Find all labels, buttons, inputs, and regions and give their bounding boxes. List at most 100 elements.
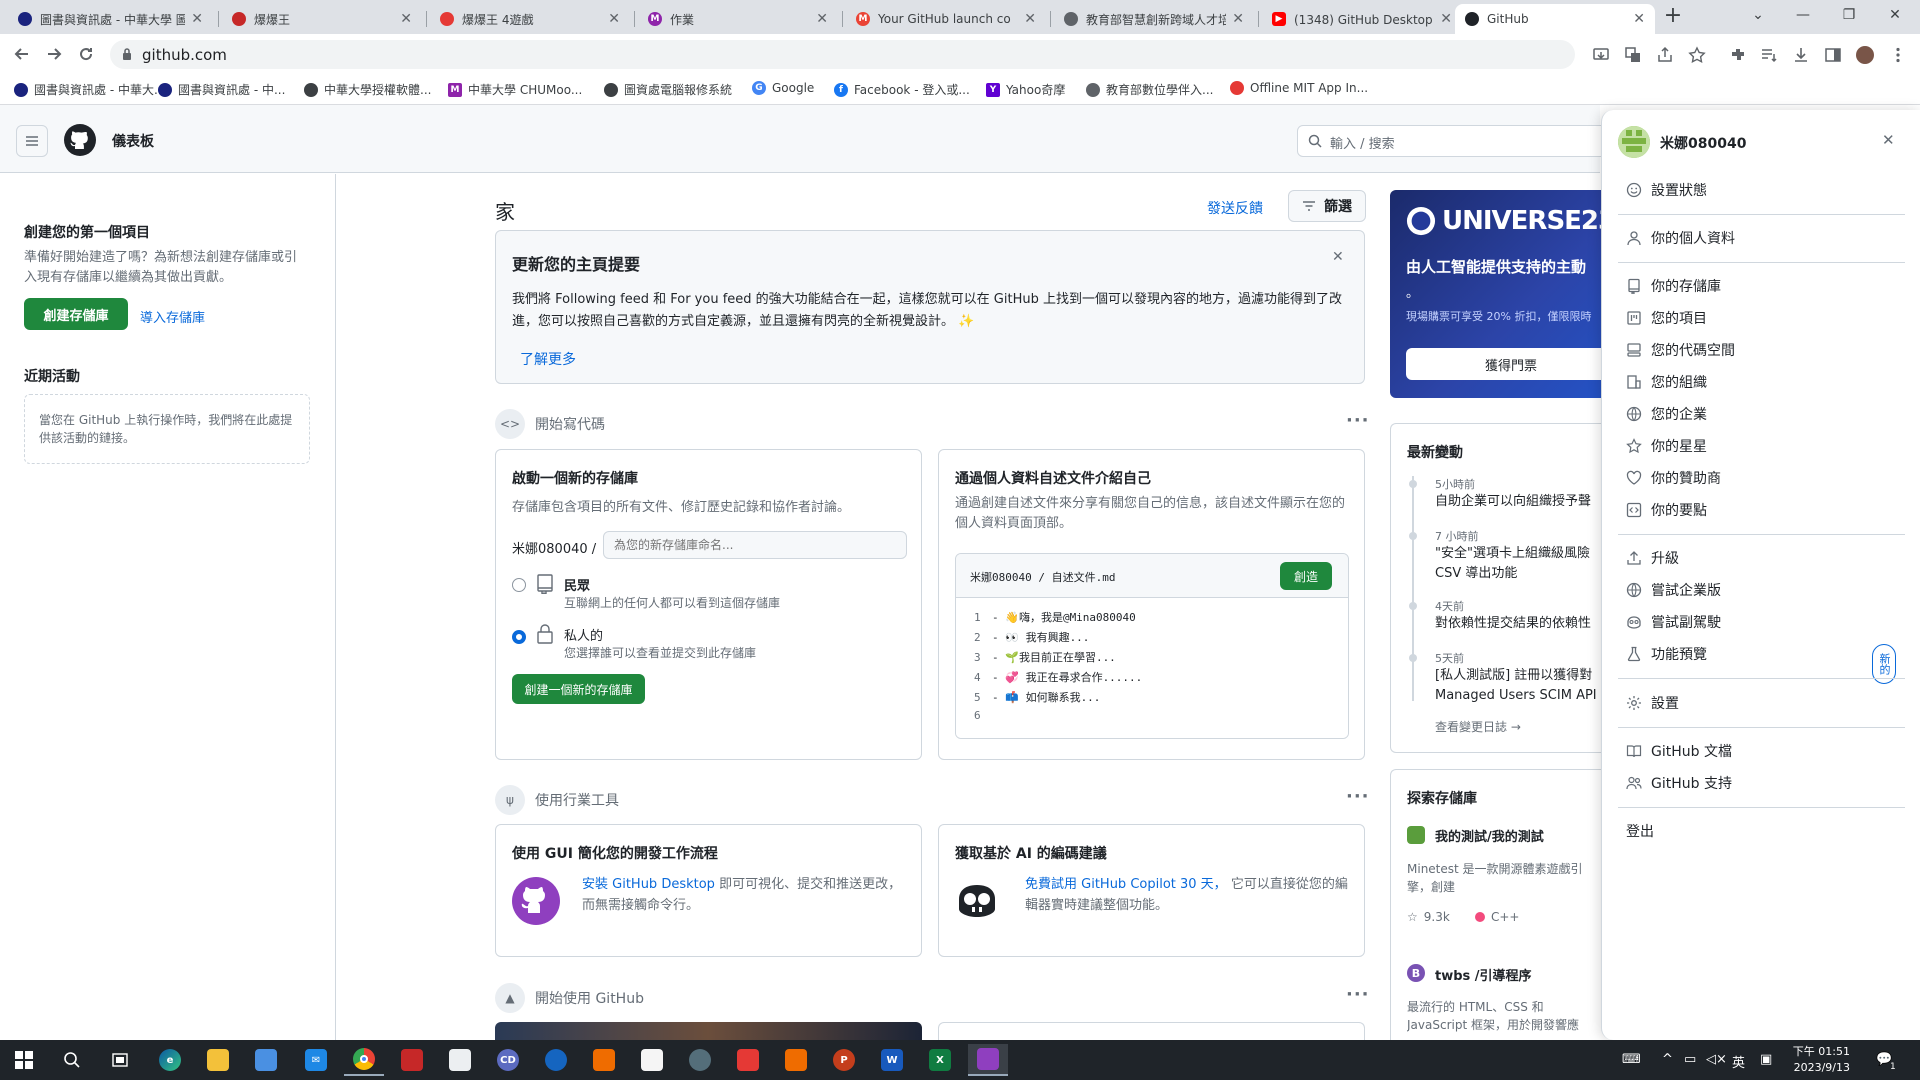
- repo-name-input[interactable]: [603, 531, 907, 559]
- close-icon[interactable]: ✕: [1882, 131, 1895, 149]
- view-changelog-link[interactable]: 查看變更日誌 →: [1435, 718, 1521, 735]
- app-icon[interactable]: [728, 1044, 768, 1076]
- more-options-icon[interactable]: ···: [1346, 410, 1370, 431]
- hamburger-menu-icon[interactable]: [16, 125, 48, 157]
- powerpoint-icon[interactable]: P: [824, 1044, 864, 1076]
- task-view-icon[interactable]: [100, 1044, 140, 1076]
- side-panel-icon[interactable]: [1824, 46, 1842, 64]
- more-options-icon[interactable]: ···: [1346, 984, 1370, 1005]
- file-explorer-icon[interactable]: [198, 1044, 238, 1076]
- app-icon[interactable]: [440, 1044, 480, 1076]
- menu-upgrade[interactable]: 升級: [1626, 548, 1679, 568]
- change-link[interactable]: [私人測試版] 註冊以獲得對 Managed Users SCIM API 的: [1435, 666, 1601, 706]
- browser-tab[interactable]: M Your GitHub launch co ✕: [846, 4, 1046, 34]
- reload-icon[interactable]: [72, 40, 100, 68]
- download-icon[interactable]: [1792, 46, 1810, 64]
- share-icon[interactable]: [1656, 46, 1674, 64]
- menu-projects[interactable]: 您的項目: [1626, 308, 1707, 328]
- windows-start-icon[interactable]: [4, 1044, 44, 1076]
- repo-stars[interactable]: ☆ 9.3k: [1407, 910, 1450, 924]
- reading-list-icon[interactable]: [1760, 46, 1778, 64]
- network-icon[interactable]: ▭: [1684, 1052, 1696, 1067]
- repo-name-link[interactable]: twbs /引導程序: [1435, 965, 1532, 984]
- tab-search-chevron-icon[interactable]: ⌄: [1735, 0, 1781, 30]
- change-link[interactable]: "安全"選項卡上組織級風險 CSV 導出功能: [1435, 544, 1601, 584]
- app-icon[interactable]: [392, 1044, 432, 1076]
- bookmark-item[interactable]: G Google: [752, 81, 814, 95]
- import-repo-link[interactable]: 導入存儲庫: [140, 307, 205, 326]
- menu-docs[interactable]: GitHub 文檔: [1626, 741, 1732, 761]
- browser-tab[interactable]: 爆爆王 ✕: [222, 4, 422, 34]
- menu-stars[interactable]: 你的星星: [1626, 436, 1707, 456]
- menu-repositories[interactable]: 你的存儲庫: [1626, 276, 1721, 296]
- close-icon[interactable]: ✕: [1232, 11, 1244, 27]
- keyboard-icon[interactable]: ⌨: [1622, 1052, 1641, 1067]
- close-icon[interactable]: ✕: [816, 11, 828, 27]
- menu-organizations[interactable]: 您的組織: [1626, 372, 1707, 392]
- address-bar[interactable]: github.com: [110, 40, 1575, 69]
- create-repo-button[interactable]: 創建存儲庫: [24, 298, 128, 330]
- browser-tab[interactable]: 圖書與資訊處 - 中華大學 圖 ✕: [8, 4, 213, 34]
- app-icon[interactable]: [680, 1044, 720, 1076]
- translate-icon[interactable]: [1624, 46, 1642, 64]
- close-icon[interactable]: ✕: [1440, 11, 1452, 27]
- github-logo-icon[interactable]: [64, 124, 96, 156]
- public-radio[interactable]: [512, 578, 526, 592]
- extensions-icon[interactable]: [1729, 46, 1747, 64]
- app-icon[interactable]: [632, 1044, 672, 1076]
- filter-button[interactable]: 篩選: [1288, 190, 1366, 222]
- back-icon[interactable]: [8, 40, 36, 68]
- word-icon[interactable]: W: [872, 1044, 912, 1076]
- bookmark-item[interactable]: M 中華大學 CHUMoo...: [448, 81, 582, 98]
- ime-mode-icon[interactable]: ▣: [1760, 1052, 1772, 1067]
- bookmark-star-icon[interactable]: [1688, 46, 1706, 64]
- menu-settings[interactable]: 設置: [1626, 693, 1679, 713]
- menu-sponsors[interactable]: 你的贊助商: [1626, 468, 1721, 488]
- clock[interactable]: 下午 01:51 2023/9/13: [1790, 1044, 1850, 1076]
- get-tickets-button[interactable]: 獲得門票: [1406, 348, 1601, 380]
- universe-banner[interactable]: UNIVERSE23 由人工智能提供支持的主動 。 現場購票可享受 20% 折扣…: [1390, 190, 1601, 398]
- bookmark-item[interactable]: f Facebook - 登入或...: [834, 81, 970, 98]
- forward-icon[interactable]: [40, 40, 68, 68]
- browser-tab[interactable]: M 作業 ✕: [638, 4, 838, 34]
- close-icon[interactable]: ✕: [1332, 249, 1344, 265]
- start-video-thumbnail[interactable]: [495, 1022, 922, 1040]
- menu-feature-preview[interactable]: 功能預覽: [1626, 644, 1707, 664]
- profile-avatar[interactable]: [1856, 46, 1874, 64]
- bookmark-item[interactable]: 中華大學授權軟體...: [304, 81, 431, 98]
- restore-icon[interactable]: ❐: [1826, 0, 1872, 30]
- bookmark-item[interactable]: Offline MIT App In...: [1230, 81, 1368, 95]
- browser-tab[interactable]: 爆爆王 4遊戲 ✕: [430, 4, 630, 34]
- close-icon[interactable]: ✕: [1633, 11, 1645, 27]
- chevron-up-icon[interactable]: ^: [1662, 1052, 1673, 1067]
- menu-try-enterprise[interactable]: 嘗試企業版: [1626, 580, 1721, 600]
- window-close-icon[interactable]: ✕: [1872, 0, 1918, 30]
- private-radio[interactable]: [512, 630, 526, 644]
- github-desktop-icon[interactable]: [968, 1044, 1008, 1076]
- change-link[interactable]: 自助企業可以向組織授予聲: [1435, 492, 1605, 512]
- volume-icon[interactable]: ◁×: [1706, 1052, 1727, 1067]
- more-options-icon[interactable]: ···: [1346, 786, 1370, 807]
- bookmark-item[interactable]: 教育部數位學伴入...: [1086, 81, 1213, 98]
- excel-icon[interactable]: X: [920, 1044, 960, 1076]
- minimize-icon[interactable]: —: [1780, 0, 1826, 30]
- app-icon[interactable]: [776, 1044, 816, 1076]
- new-tab-icon[interactable]: +: [1650, 0, 1696, 30]
- browser-tab[interactable]: ▶ (1348) GitHub Desktop 使 ✕: [1262, 4, 1462, 34]
- search-icon[interactable]: [52, 1044, 92, 1076]
- lock-icon[interactable]: [122, 48, 132, 61]
- close-icon[interactable]: ✕: [191, 11, 203, 27]
- app-icon[interactable]: CD: [488, 1044, 528, 1076]
- chrome-icon[interactable]: [344, 1044, 384, 1076]
- bookmark-item[interactable]: 圖資處電腦報修系統: [604, 81, 732, 98]
- store-icon[interactable]: [246, 1044, 286, 1076]
- app-icon[interactable]: [584, 1044, 624, 1076]
- app-icon[interactable]: [536, 1044, 576, 1076]
- menu-try-copilot[interactable]: 嘗試副駕駛: [1626, 612, 1721, 632]
- install-desktop-link[interactable]: 安裝 GitHub Desktop: [582, 877, 715, 892]
- try-copilot-link[interactable]: 免費試用 GitHub Copilot 30 天，: [1025, 877, 1227, 892]
- menu-gists[interactable]: 你的要點: [1626, 500, 1707, 520]
- close-icon[interactable]: ✕: [1024, 11, 1036, 27]
- bookmark-item[interactable]: Y Yahoo奇摩: [986, 81, 1065, 98]
- bookmark-item[interactable]: 國書與資訊處 - 中...: [158, 81, 285, 98]
